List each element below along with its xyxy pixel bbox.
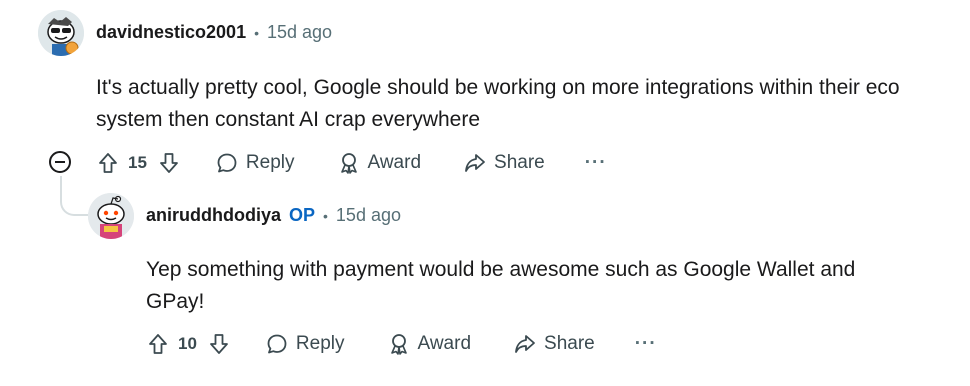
collapse-thread-button[interactable] bbox=[49, 151, 71, 173]
award-icon bbox=[390, 334, 407, 355]
upvote-button[interactable] bbox=[146, 332, 170, 356]
reply-button[interactable]: Reply bbox=[265, 332, 345, 356]
comment-body: It's actually pretty cool, Google should… bbox=[96, 76, 900, 131]
reply-label: Reply bbox=[295, 333, 345, 354]
comment-actions: 10 Reply Award Share ··· bbox=[146, 331, 657, 357]
snoo-avatar-icon bbox=[88, 193, 134, 239]
meta-separator: • bbox=[323, 207, 328, 224]
downvote-button[interactable] bbox=[207, 332, 231, 356]
comment-icon bbox=[217, 153, 237, 173]
award-button[interactable]: Award bbox=[387, 332, 472, 356]
vote-count: 10 bbox=[178, 334, 197, 353]
more-options-button[interactable]: ··· bbox=[635, 333, 657, 355]
username[interactable]: davidnestico2001 bbox=[96, 22, 246, 43]
comment-meta: davidnestico2001 • 15d ago bbox=[96, 22, 332, 43]
timestamp[interactable]: 15d ago bbox=[267, 22, 332, 43]
reply-button[interactable]: Reply bbox=[215, 151, 295, 175]
award-button[interactable]: Award bbox=[337, 151, 422, 175]
share-button[interactable]: Share bbox=[463, 151, 545, 175]
downvote-icon bbox=[160, 153, 178, 173]
avatar[interactable] bbox=[88, 193, 134, 239]
vote-count: 15 bbox=[128, 153, 147, 172]
username[interactable]: aniruddhdodiya bbox=[146, 205, 281, 226]
meta-separator: • bbox=[254, 24, 259, 41]
collapse-icon bbox=[49, 151, 71, 173]
more-options-button[interactable]: ··· bbox=[585, 152, 607, 174]
more-icon: ··· bbox=[584, 152, 607, 173]
thread-line bbox=[60, 176, 88, 216]
comment-icon bbox=[267, 334, 287, 354]
award-icon bbox=[340, 153, 357, 174]
share-label: Share bbox=[494, 152, 545, 173]
reply-label: Reply bbox=[245, 152, 295, 173]
upvote-icon bbox=[99, 153, 117, 173]
downvote-button[interactable] bbox=[157, 151, 181, 175]
share-button[interactable]: Share bbox=[513, 332, 595, 356]
timestamp[interactable]: 15d ago bbox=[336, 205, 401, 226]
share-label: Share bbox=[544, 333, 595, 354]
comment-body: Yep something with payment would be awes… bbox=[146, 258, 856, 313]
share-icon bbox=[515, 335, 535, 353]
upvote-button[interactable] bbox=[96, 151, 120, 175]
share-icon bbox=[465, 154, 485, 172]
comment-actions: 15 Reply Award Share ··· bbox=[96, 150, 607, 176]
comment-meta: aniruddhdodiya OP • 15d ago bbox=[146, 205, 401, 226]
op-badge: OP bbox=[289, 205, 316, 225]
more-icon: ··· bbox=[634, 333, 657, 354]
upvote-icon bbox=[149, 334, 167, 354]
snoo-avatar-icon bbox=[38, 10, 84, 56]
award-label: Award bbox=[417, 333, 472, 354]
award-label: Award bbox=[367, 152, 422, 173]
avatar[interactable] bbox=[38, 10, 84, 56]
downvote-icon bbox=[210, 334, 228, 354]
